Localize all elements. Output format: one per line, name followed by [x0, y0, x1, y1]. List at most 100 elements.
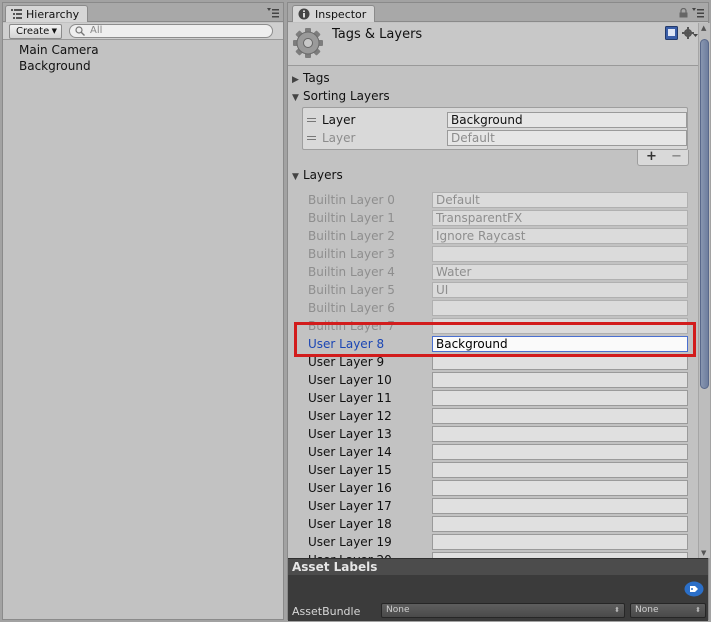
layer-row: User Layer 9 [288, 353, 698, 371]
layer-name-field[interactable] [432, 498, 688, 514]
hierarchy-tab-bar: Hierarchy [3, 3, 283, 22]
layer-row: User Layer 11 [288, 389, 698, 407]
layers-foldout[interactable]: ▼ Layers [292, 168, 343, 182]
layer-row: Builtin Layer 5 UI [288, 281, 698, 299]
layer-row: User Layer 17 [288, 497, 698, 515]
layer-label: Builtin Layer 7 [308, 319, 395, 333]
layer-row: User Layer 12 [288, 407, 698, 425]
layer-label: Builtin Layer 1 [308, 211, 395, 225]
layer-label: Builtin Layer 4 [308, 265, 395, 279]
hierarchy-toolbar: Create ▼ All [3, 23, 283, 40]
layer-row: User Layer 15 [288, 461, 698, 479]
create-label: Create [16, 26, 50, 37]
hierarchy-item[interactable]: Background [19, 59, 91, 73]
layer-name-field[interactable]: Background [432, 336, 688, 352]
assetbundle-variant-value: None [635, 605, 659, 615]
layer-name-field[interactable] [432, 408, 688, 424]
lock-icon[interactable] [679, 8, 688, 18]
layer-name-field[interactable] [432, 444, 688, 460]
search-icon [75, 26, 85, 36]
tags-foldout-label: Tags [303, 71, 330, 85]
layer-name-field [432, 300, 688, 316]
layer-label: User Layer 17 [308, 499, 392, 513]
scrollbar-thumb[interactable] [700, 39, 709, 389]
layer-row: Builtin Layer 2 Ignore Raycast [288, 227, 698, 245]
layer-row: User Layer 10 [288, 371, 698, 389]
layer-row: Builtin Layer 1 TransparentFX [288, 209, 698, 227]
layer-label: Builtin Layer 2 [308, 229, 395, 243]
layer-name-field[interactable] [432, 390, 688, 406]
layer-row: Builtin Layer 6 [288, 299, 698, 317]
layer-label: Builtin Layer 0 [308, 193, 395, 207]
settings-gear-icon[interactable] [682, 26, 698, 40]
layer-name-field[interactable] [432, 462, 688, 478]
layer-row: Builtin Layer 0 Default [288, 191, 698, 209]
layer-label: User Layer 14 [308, 445, 392, 459]
layer-name-field[interactable] [432, 480, 688, 496]
list-icon [11, 9, 22, 19]
panel-menu-icon[interactable] [692, 8, 704, 18]
chevron-right-icon: ▶ [292, 75, 299, 85]
chevron-down-icon: ▼ [292, 172, 299, 182]
chevron-updown-icon: ⬍ [695, 606, 701, 614]
inspector-tab-bar: Inspector [288, 3, 708, 22]
hierarchy-tab[interactable]: Hierarchy [5, 5, 89, 22]
layer-label: User Layer 13 [308, 427, 392, 441]
panel-menu-icon[interactable] [267, 8, 279, 18]
info-icon [298, 8, 310, 20]
scroll-up-icon[interactable]: ▲ [701, 24, 706, 32]
hierarchy-item[interactable]: Main Camera [19, 43, 99, 57]
add-sorting-layer-button[interactable]: + [646, 149, 657, 164]
layer-label: Builtin Layer 6 [308, 301, 395, 315]
layer-name-field: Ignore Raycast [432, 228, 688, 244]
layer-label: User Layer 16 [308, 481, 392, 495]
assetbundle-dropdown[interactable]: None ⬍ [381, 603, 625, 618]
sorting-layer-name-field: Default [447, 130, 687, 146]
assetbundle-variant-dropdown[interactable]: None ⬍ [630, 603, 706, 618]
layer-name-field[interactable] [432, 372, 688, 388]
inspector-panel: Inspector Tags & Layers ▶ Tags ▼ Sorting… [287, 2, 710, 621]
layer-name-field: TransparentFX [432, 210, 688, 226]
hierarchy-search-input[interactable]: All [69, 24, 273, 38]
drag-handle-icon[interactable] [307, 136, 316, 140]
assetbundle-value: None [386, 605, 410, 615]
layer-name-field: Water [432, 264, 688, 280]
sorting-layer-label: Layer [322, 113, 356, 127]
chevron-down-icon: ▼ [292, 93, 299, 103]
layer-name-field[interactable] [432, 426, 688, 442]
layer-name-field[interactable] [432, 516, 688, 532]
chevron-down-icon: ▼ [51, 27, 57, 35]
layer-name-field [432, 318, 688, 334]
page-title: Tags & Layers [332, 27, 423, 42]
remove-sorting-layer-button[interactable]: − [671, 149, 682, 164]
scroll-down-icon[interactable]: ▼ [701, 549, 706, 557]
inspector-scrollbar[interactable]: ▲ ▼ [698, 23, 710, 558]
create-dropdown-button[interactable]: Create ▼ [9, 24, 62, 39]
sorting-layer-row[interactable]: Layer Background [303, 111, 687, 129]
inspector-tab-label: Inspector [315, 8, 367, 21]
chevron-updown-icon: ⬍ [614, 606, 620, 614]
layer-label: User Layer 10 [308, 373, 392, 387]
sorting-layers-foldout[interactable]: ▼ Sorting Layers [292, 89, 390, 103]
drag-handle-icon[interactable] [307, 118, 316, 122]
sorting-layer-name-field[interactable]: Background [447, 112, 687, 128]
layer-row: User Layer 13 [288, 425, 698, 443]
list-footer: + − [637, 149, 689, 166]
layer-row: User Layer 16 [288, 479, 698, 497]
layer-row: User Layer 19 [288, 533, 698, 551]
inspector-tab[interactable]: Inspector [292, 5, 376, 22]
layer-name-field: UI [432, 282, 688, 298]
search-placeholder: All [90, 25, 103, 36]
layer-row: Builtin Layer 7 [288, 317, 698, 335]
layer-label: User Layer 8 [308, 337, 385, 351]
hierarchy-tab-label: Hierarchy [26, 8, 80, 21]
help-book-icon[interactable] [665, 26, 678, 40]
layer-name-field[interactable] [432, 534, 688, 550]
tag-icon[interactable] [684, 581, 704, 597]
sorting-layer-row[interactable]: Layer Default [303, 129, 687, 147]
layer-label: User Layer 9 [308, 355, 385, 369]
hierarchy-panel: Hierarchy Create ▼ All Main Camera Backg… [2, 2, 284, 620]
layer-name-field[interactable] [432, 354, 688, 370]
layer-label: User Layer 19 [308, 535, 392, 549]
tags-foldout[interactable]: ▶ Tags [292, 71, 330, 85]
